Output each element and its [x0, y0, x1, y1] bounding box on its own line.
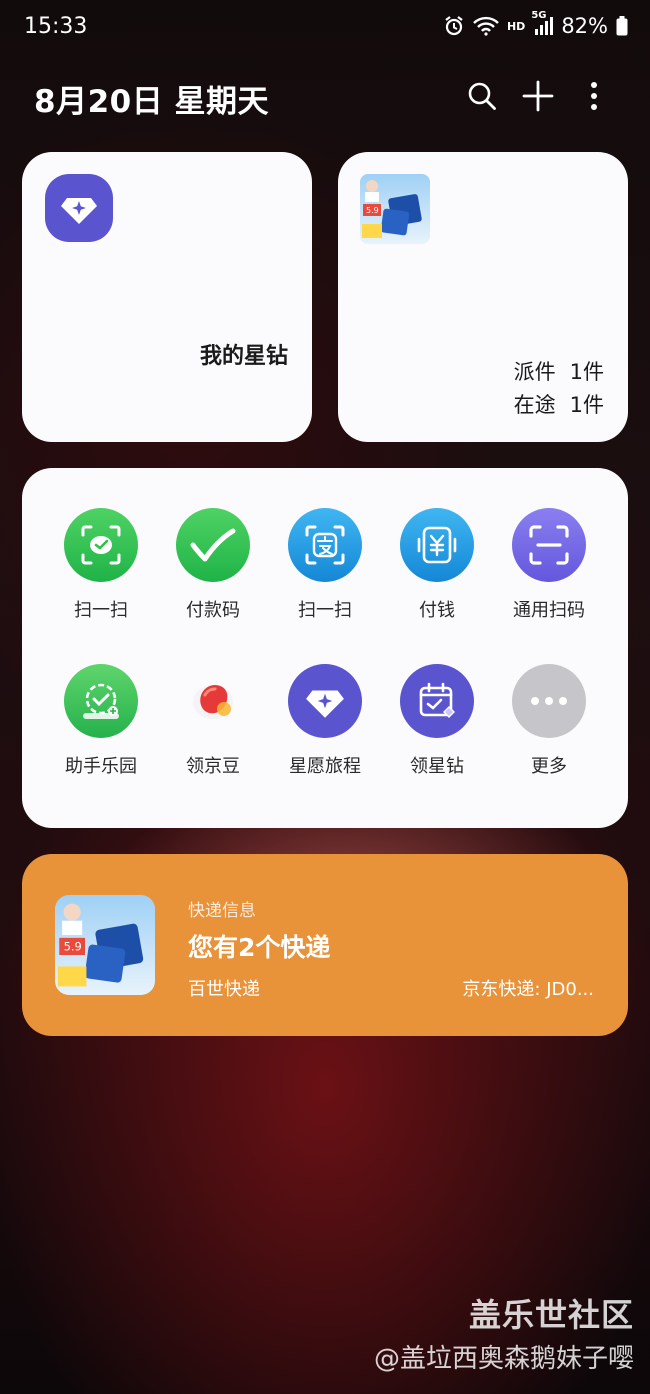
shortcut-wechat-scan[interactable]: 扫一扫: [45, 508, 157, 622]
shortcuts-card: 扫一扫 付款码 扫一扫 付钱 通用扫码 助手乐园 领京豆 星愿旅程 领星钻 更多: [22, 468, 628, 828]
product-thumbnail: 5.9: [55, 895, 155, 995]
wechat-scan-icon: [64, 508, 138, 582]
my-star-diamond-card[interactable]: 我的星钻: [22, 152, 312, 442]
express-category: 快递信息: [188, 901, 256, 921]
product-thumbnail: 5.9: [360, 174, 430, 244]
wechat-pay-icon: [176, 508, 250, 582]
star-diamond-icon: [45, 174, 113, 242]
alipay-pay-icon: [400, 508, 474, 582]
battery-icon: [616, 16, 628, 36]
collect-diamond-icon: [400, 664, 474, 738]
jd-bean-icon: [176, 664, 250, 738]
wifi-icon: [473, 16, 499, 36]
more-vert-icon[interactable]: [578, 78, 610, 114]
5g-indicator: 5G: [531, 10, 547, 21]
svg-text:5.9: 5.9: [64, 940, 82, 954]
express-title: 您有2个快递: [188, 933, 331, 962]
shortcut-collect-diamond[interactable]: 领星钻: [381, 664, 493, 778]
watermark-title: 盖乐世社区: [468, 1296, 634, 1334]
shortcut-wechat-pay[interactable]: 付款码: [157, 508, 269, 622]
header-actions: [466, 78, 610, 114]
shortcut-alipay-scan[interactable]: 扫一扫: [269, 508, 381, 622]
parcel-line-delivering: 派件 1件: [513, 360, 604, 384]
star-journey-icon: [288, 664, 362, 738]
shortcut-assistant-park[interactable]: 助手乐园: [45, 664, 157, 778]
status-bar: 15:33 HD 5G 82%: [0, 0, 650, 56]
express-info-card[interactable]: 5.9 快递信息 您有2个快递 百世快递 京东快递: JD0...: [22, 854, 628, 1036]
shortcut-alipay-pay[interactable]: 付钱: [381, 508, 493, 622]
parcel-summary-card[interactable]: 5.9 派件 1件 在途 1件: [338, 152, 628, 442]
search-icon[interactable]: [466, 78, 498, 114]
battery-percent: 82%: [561, 14, 608, 38]
header-date: 8月20日 星期天: [34, 84, 270, 120]
shortcut-jd-beans[interactable]: 领京豆: [157, 664, 269, 778]
status-time: 15:33: [24, 14, 88, 39]
parcel-line-in-transit: 在途 1件: [513, 393, 604, 417]
alipay-scan-icon: [288, 508, 362, 582]
svg-text:5.9: 5.9: [366, 206, 379, 215]
status-indicators: HD 5G 82%: [443, 10, 628, 38]
more-dots-icon: [512, 664, 586, 738]
express-company: 百世快递: [188, 979, 260, 1000]
hd-indicator: HD: [506, 19, 526, 33]
diamond-card-label: 我的星钻: [199, 344, 288, 369]
add-icon[interactable]: [522, 78, 554, 114]
alarm-icon: [443, 15, 465, 37]
signal-icon: 5G: [531, 10, 554, 36]
assistant-park-icon: [64, 664, 138, 738]
general-scan-icon: [512, 508, 586, 582]
shortcut-star-journey[interactable]: 星愿旅程: [269, 664, 381, 778]
express-tracking: 京东快递: JD0...: [462, 979, 594, 1000]
watermark-handle: @盖垃西奥森鹅妹子嘤: [373, 1344, 634, 1374]
shortcut-more[interactable]: 更多: [493, 664, 605, 778]
shortcut-general-scan[interactable]: 通用扫码: [493, 508, 605, 622]
parcel-status-list: 派件 1件 在途 1件: [514, 356, 604, 422]
